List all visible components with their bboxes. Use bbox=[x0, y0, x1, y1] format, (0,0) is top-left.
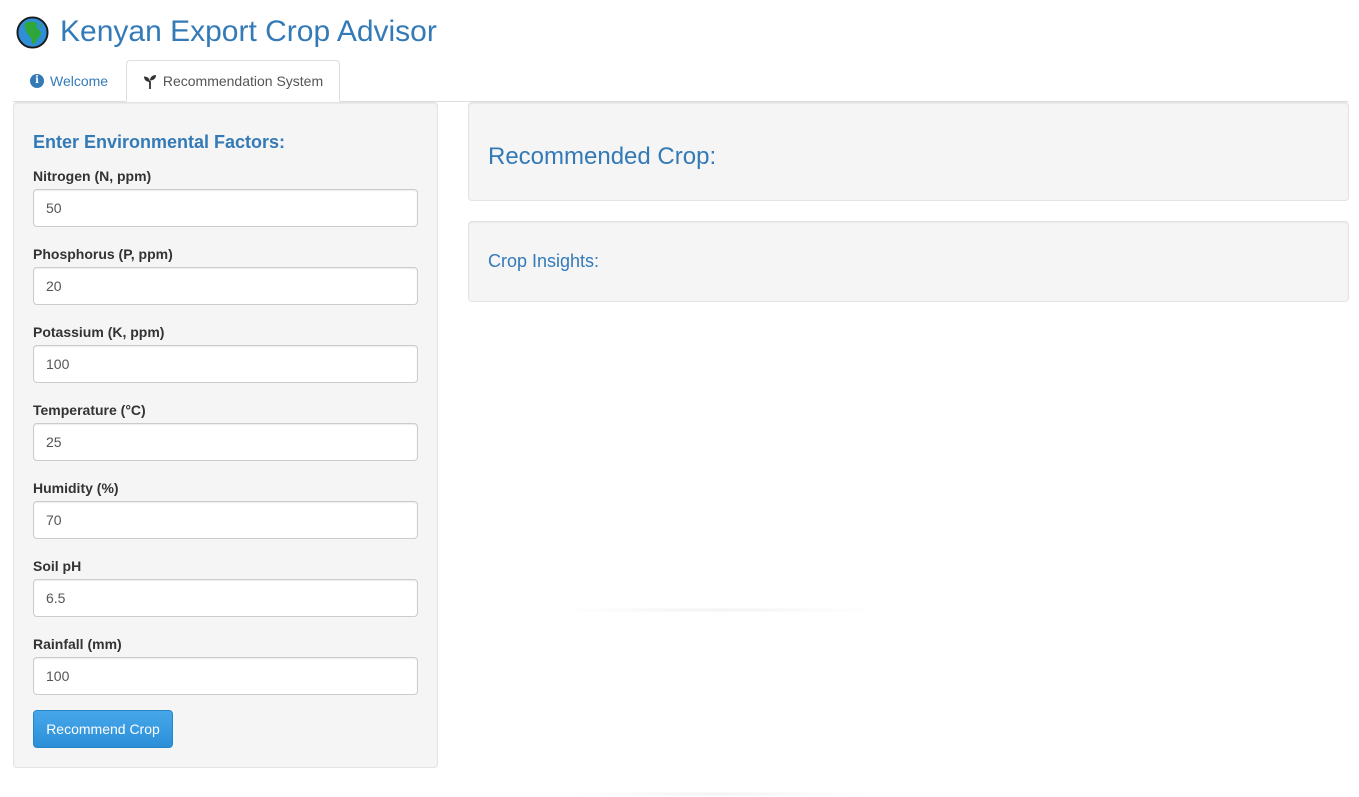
soil-ph-field-group: Soil pH bbox=[33, 556, 419, 617]
app-header: Kenyan Export Crop Advisor bbox=[16, 14, 437, 50]
crop-insights-panel: Crop Insights: bbox=[468, 221, 1349, 302]
nitrogen-label: Nitrogen (N, ppm) bbox=[33, 168, 152, 184]
tab-welcome[interactable]: i Welcome bbox=[13, 60, 125, 102]
rainfall-input[interactable] bbox=[33, 657, 418, 695]
potassium-label: Potassium (K, ppm) bbox=[33, 324, 165, 340]
nitrogen-input[interactable] bbox=[33, 189, 418, 227]
humidity-input[interactable] bbox=[33, 501, 418, 539]
phosphorus-field-group: Phosphorus (P, ppm) bbox=[33, 244, 419, 305]
temperature-field-group: Temperature (°C) bbox=[33, 400, 419, 461]
rainfall-field-group: Rainfall (mm) bbox=[33, 634, 419, 695]
rainfall-label: Rainfall (mm) bbox=[33, 636, 122, 652]
recommended-crop-panel: Recommended Crop: bbox=[468, 102, 1349, 201]
recommend-crop-button[interactable]: Recommend Crop bbox=[33, 710, 173, 748]
seedling-icon bbox=[143, 74, 157, 89]
faint-divider bbox=[548, 791, 888, 797]
tab-welcome-label: Welcome bbox=[50, 73, 109, 89]
soil-ph-label: Soil pH bbox=[33, 558, 82, 574]
humidity-label: Humidity (%) bbox=[33, 480, 119, 496]
phosphorus-label: Phosphorus (P, ppm) bbox=[33, 246, 173, 262]
tab-recommendation-label: Recommendation System bbox=[162, 73, 324, 89]
phosphorus-input[interactable] bbox=[33, 267, 418, 305]
nitrogen-field-group: Nitrogen (N, ppm) bbox=[33, 166, 419, 227]
potassium-input[interactable] bbox=[33, 345, 418, 383]
faint-divider bbox=[548, 607, 888, 613]
sidebar-heading: Enter Environmental Factors: bbox=[33, 132, 286, 152]
tab-bar: i Welcome Recommendation System bbox=[13, 60, 1348, 102]
temperature-label: Temperature (°C) bbox=[33, 402, 146, 418]
temperature-input[interactable] bbox=[33, 423, 418, 461]
soil-ph-input[interactable] bbox=[33, 579, 418, 617]
globe-icon bbox=[16, 15, 49, 49]
humidity-field-group: Humidity (%) bbox=[33, 478, 419, 539]
recommended-crop-heading: Recommended Crop: bbox=[488, 143, 717, 170]
tab-recommendation-system[interactable]: Recommendation System bbox=[126, 60, 340, 102]
info-circle-icon: i bbox=[30, 74, 44, 88]
input-sidebar: Enter Environmental Factors: Nitrogen (N… bbox=[13, 102, 438, 768]
app-title: Kenyan Export Crop Advisor bbox=[60, 15, 437, 48]
crop-insights-heading: Crop Insights: bbox=[488, 251, 600, 271]
potassium-field-group: Potassium (K, ppm) bbox=[33, 322, 419, 383]
